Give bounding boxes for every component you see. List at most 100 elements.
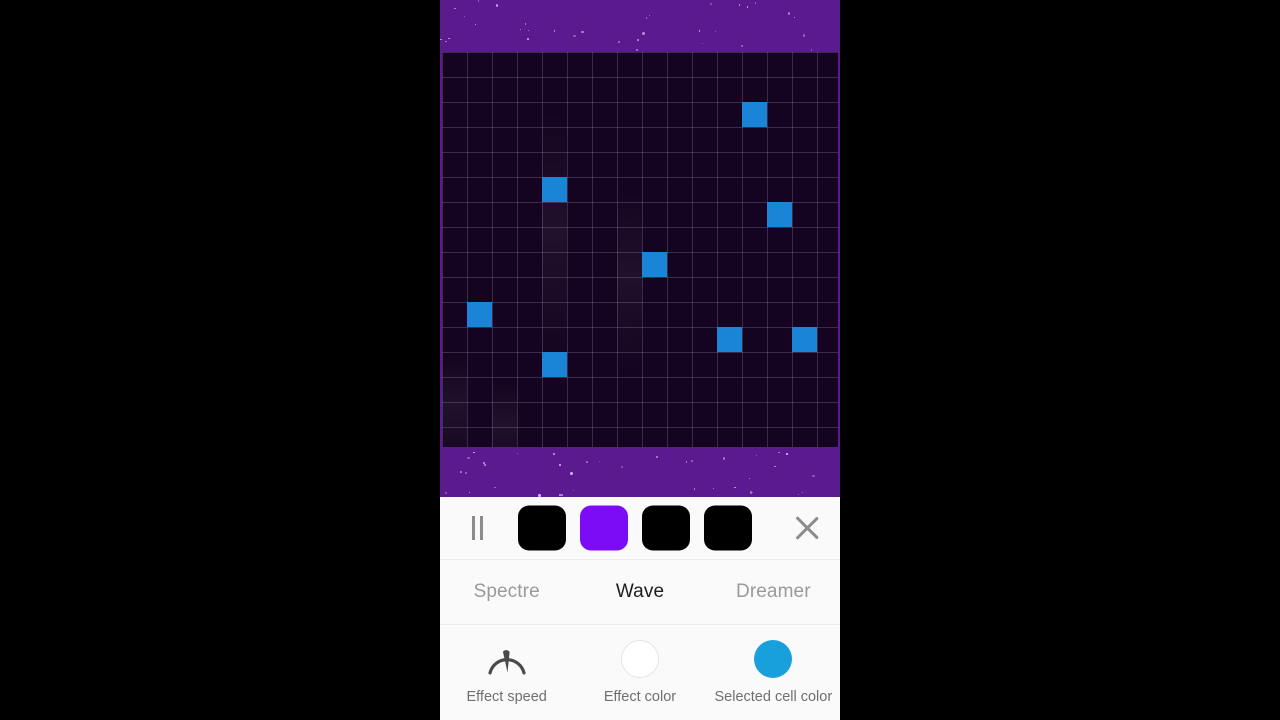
star [740, 44, 744, 48]
star [448, 37, 450, 40]
option-effect-speed[interactable]: Effect speed [440, 639, 573, 705]
grid-cell-active[interactable] [767, 202, 792, 227]
option-effect-color[interactable]: Effect color [573, 639, 706, 705]
star [786, 453, 788, 455]
star [751, 491, 754, 494]
star [484, 464, 486, 466]
star [793, 16, 796, 19]
star [802, 34, 806, 37]
phone-screen: Spectre Wave Dreamer Effect speed Effect co… [440, 0, 840, 720]
star [519, 28, 522, 31]
color-swatch-3[interactable] [642, 505, 690, 551]
effect-tab-spectre[interactable]: Spectre [440, 581, 573, 603]
star [618, 41, 620, 43]
wave-column [542, 112, 567, 372]
star [722, 457, 726, 460]
star [553, 30, 556, 32]
star [774, 465, 776, 468]
pause-bar-right [479, 516, 483, 540]
star [812, 474, 815, 478]
star [495, 4, 499, 7]
wave-column [492, 382, 517, 447]
star [581, 30, 584, 34]
star [636, 49, 638, 51]
star [494, 486, 496, 489]
control-sheet: Spectre Wave Dreamer Effect speed Effect co… [440, 497, 840, 720]
grid-cell-active[interactable] [742, 102, 767, 127]
wave-column [617, 192, 642, 372]
star [645, 17, 647, 19]
grid-cell-active[interactable] [642, 252, 667, 277]
star [734, 486, 736, 489]
close-icon[interactable] [786, 507, 828, 549]
star [445, 492, 447, 494]
color-swatch-2[interactable] [580, 505, 628, 551]
star [738, 4, 741, 6]
star [527, 38, 529, 40]
option-label: Selected cell color [714, 689, 833, 705]
star [552, 452, 556, 456]
star [460, 471, 462, 473]
star [570, 472, 573, 475]
star [710, 3, 712, 5]
star [778, 451, 780, 454]
wave-column [442, 352, 467, 447]
color-swatch-1[interactable] [518, 505, 566, 551]
canvas-area [440, 0, 840, 497]
grid-cell-active[interactable] [542, 352, 567, 377]
star [801, 491, 804, 494]
star [440, 38, 442, 41]
grid-cell-active[interactable] [717, 327, 742, 352]
star [572, 489, 575, 492]
star [701, 42, 704, 45]
star [468, 491, 471, 494]
effect-tab-dreamer[interactable]: Dreamer [707, 581, 840, 603]
color-swatch-group[interactable] [518, 505, 752, 551]
cell-grid[interactable] [442, 52, 838, 447]
star [712, 487, 715, 490]
star [810, 49, 813, 51]
speedometer-icon [486, 639, 528, 679]
grid-cell-active[interactable] [792, 327, 817, 352]
star [648, 14, 651, 17]
pause-bar-left [471, 516, 475, 540]
grid-cell-active[interactable] [542, 177, 567, 202]
star [561, 494, 563, 496]
star [691, 460, 693, 462]
star [755, 454, 758, 457]
star [463, 15, 466, 18]
star [477, 0, 480, 2]
star [559, 494, 561, 496]
options-row[interactable]: Effect speed Effect color Selected cell co… [440, 625, 840, 720]
star [754, 2, 757, 4]
option-label: Effect color [603, 689, 677, 705]
star [524, 23, 527, 25]
effect-tab-wave[interactable]: Wave [573, 581, 706, 603]
star [746, 6, 749, 8]
star [698, 30, 701, 32]
star [693, 488, 696, 490]
star [573, 34, 576, 38]
star [445, 40, 447, 43]
star [714, 30, 717, 33]
star [621, 466, 623, 468]
star [586, 461, 588, 463]
option-selected-cell-color[interactable]: Selected cell color [707, 639, 840, 705]
star [559, 464, 561, 466]
star [516, 452, 519, 455]
color-circle-icon[interactable] [620, 640, 659, 678]
star [467, 456, 470, 460]
star [598, 460, 601, 463]
option-label: Effect speed [466, 689, 547, 705]
pause-icon[interactable] [462, 513, 492, 543]
color-circle-icon [752, 639, 794, 679]
star [797, 493, 800, 496]
star [748, 477, 751, 480]
effect-tabs[interactable]: Spectre Wave Dreamer [440, 560, 840, 625]
color-circle-icon[interactable] [754, 640, 793, 678]
color-swatch-4[interactable] [704, 505, 752, 551]
star [685, 461, 688, 463]
speedometer-icon [488, 650, 526, 675]
star [465, 472, 467, 474]
grid-cell-active[interactable] [467, 302, 492, 327]
